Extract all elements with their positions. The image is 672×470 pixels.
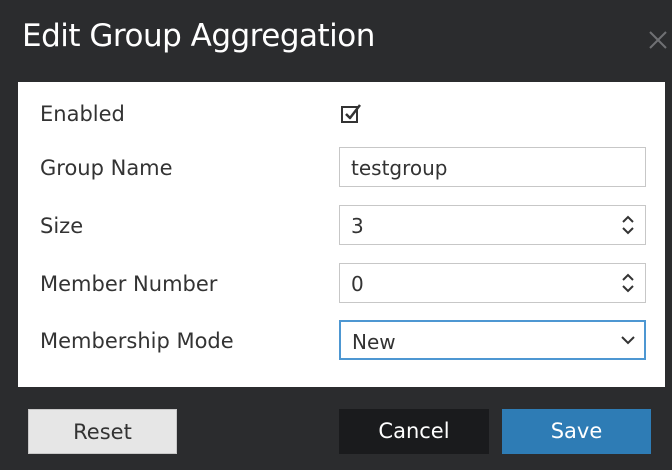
chevron-down-icon[interactable] <box>621 335 635 345</box>
edit-group-aggregation-dialog: Edit Group Aggregation Enabled Group Nam… <box>0 0 672 470</box>
reset-button[interactable]: Reset <box>28 409 177 454</box>
close-icon[interactable] <box>646 28 670 52</box>
membership-mode-value: New <box>352 330 396 354</box>
membership-mode-label: Membership Mode <box>40 329 234 353</box>
dialog-form: Enabled Group Name testgroup Size 3 Memb… <box>18 82 665 387</box>
size-label: Size <box>40 214 84 238</box>
size-stepper[interactable]: 3 <box>339 205 646 245</box>
enabled-label: Enabled <box>40 102 125 126</box>
group-name-label: Group Name <box>40 156 173 180</box>
dialog-titlebar: Edit Group Aggregation <box>0 0 672 82</box>
dialog-title: Edit Group Aggregation <box>22 18 375 54</box>
group-name-value: testgroup <box>351 156 448 180</box>
cancel-button[interactable]: Cancel <box>339 409 489 454</box>
member-number-stepper[interactable]: 0 <box>339 263 646 303</box>
membership-mode-select[interactable]: New <box>339 320 646 360</box>
spinner-arrows-icon[interactable] <box>620 271 636 295</box>
spinner-arrows-icon[interactable] <box>620 213 636 237</box>
size-value: 3 <box>351 214 364 238</box>
save-button[interactable]: Save <box>502 409 651 454</box>
group-name-input[interactable]: testgroup <box>339 147 646 187</box>
dialog-footer: Reset Cancel Save <box>0 387 672 470</box>
enabled-checkbox[interactable] <box>341 102 363 124</box>
member-number-label: Member Number <box>40 272 218 296</box>
member-number-value: 0 <box>351 272 364 296</box>
